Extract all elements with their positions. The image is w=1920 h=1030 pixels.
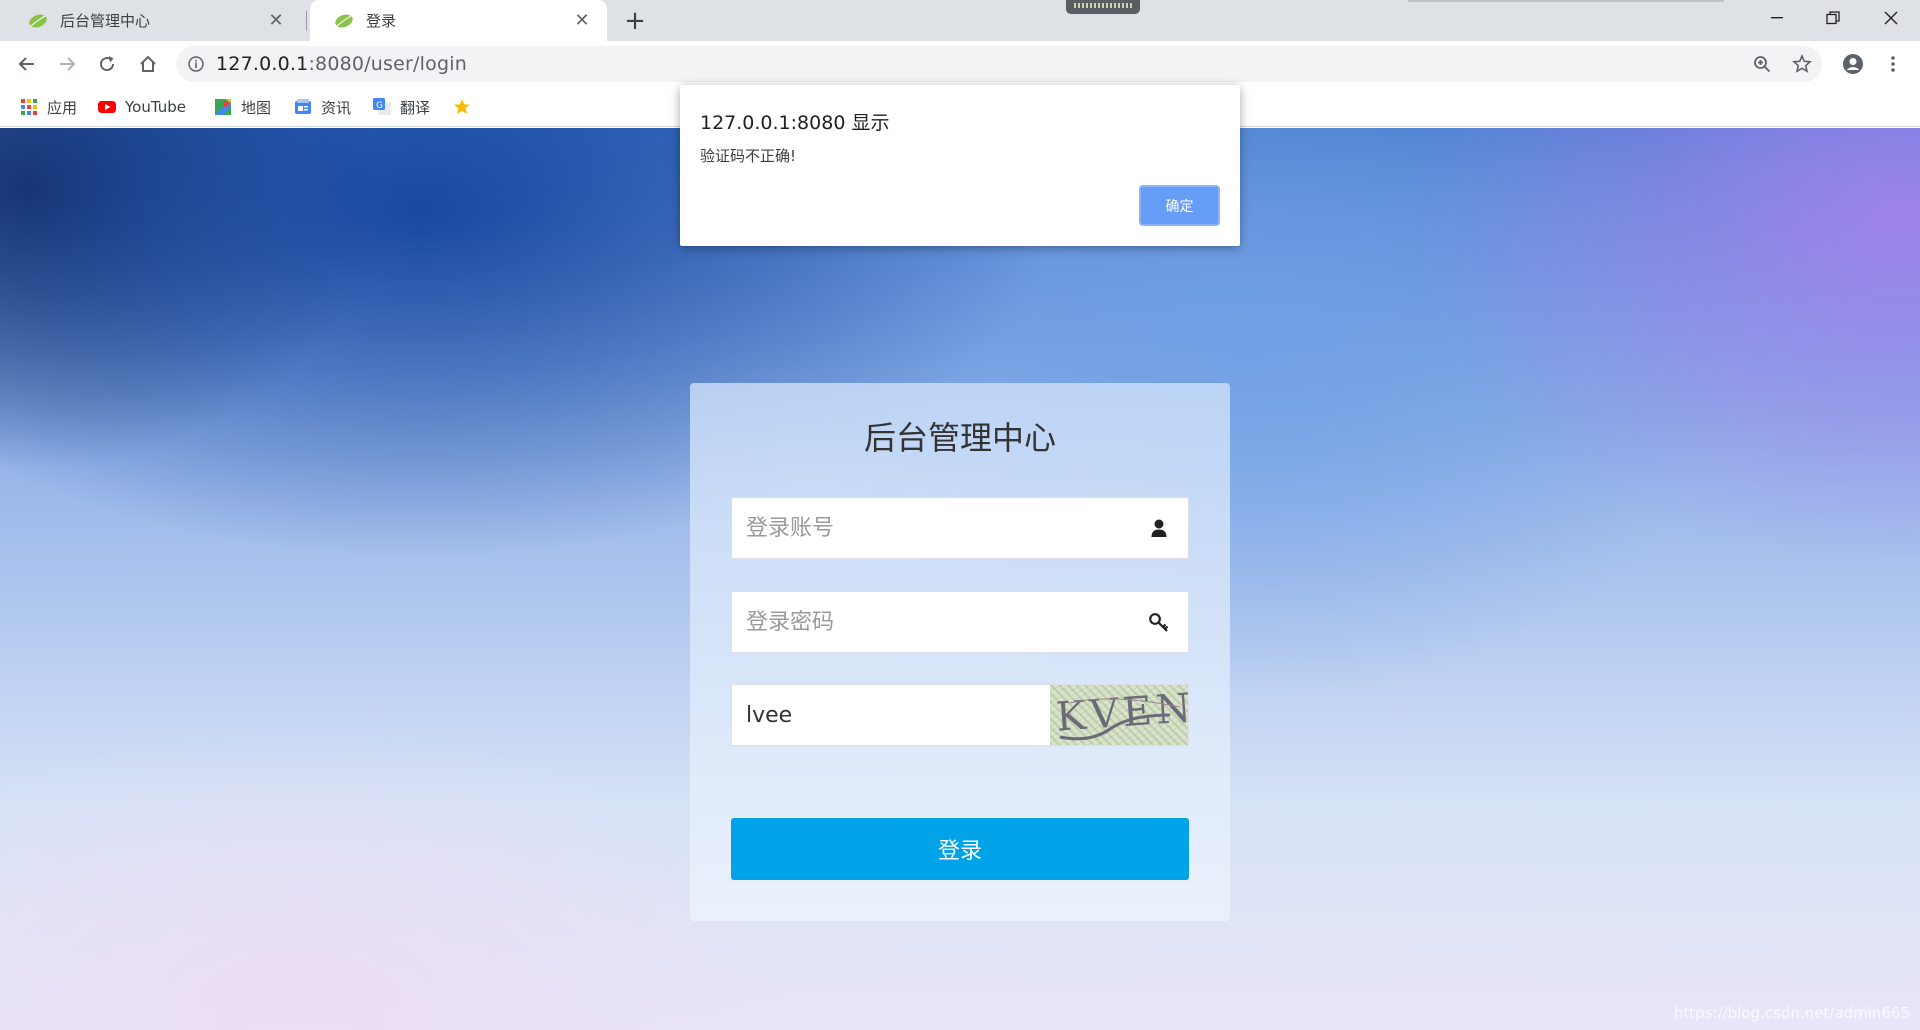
restore-button[interactable] xyxy=(1805,0,1861,36)
user-icon xyxy=(1151,519,1167,537)
progress-line xyxy=(1408,0,1724,2)
alert-dialog: 127.0.0.1:8080 显示 验证码不正确! 确定 xyxy=(680,85,1240,246)
bookmark-label: 翻译 xyxy=(400,98,431,117)
screen-share-indicator[interactable] xyxy=(1066,0,1140,14)
username-field[interactable] xyxy=(731,497,1189,559)
account-icon xyxy=(1843,54,1863,74)
bookmark-star-button[interactable] xyxy=(1785,47,1819,81)
tab-title: 登录 xyxy=(366,12,397,30)
youtube-icon xyxy=(98,101,116,113)
close-tab-icon[interactable]: ✕ xyxy=(569,8,595,34)
home-icon xyxy=(140,55,156,72)
close-icon xyxy=(1884,11,1898,25)
restore-icon xyxy=(1826,11,1840,25)
password-input[interactable] xyxy=(732,592,1188,652)
tab-login[interactable]: 登录 ✕ xyxy=(310,0,607,41)
login-title: 后台管理中心 xyxy=(863,419,1056,457)
captcha-text: KVEN xyxy=(1054,685,1188,741)
tab-title: 后台管理中心 xyxy=(60,12,151,30)
tab-admin-center[interactable]: 后台管理中心 ✕ xyxy=(4,0,301,41)
kebab-menu-icon xyxy=(1891,56,1895,72)
menu-button[interactable] xyxy=(1876,47,1910,81)
login-page: 后台管理中心 KVEN 登 xyxy=(0,128,1920,1030)
captcha-image[interactable]: KVEN xyxy=(1050,685,1188,745)
bookmark-label: YouTube xyxy=(125,98,186,116)
profile-button[interactable] xyxy=(1836,47,1870,81)
bookmark-youtube[interactable]: YouTube xyxy=(98,95,186,119)
alert-title: 127.0.0.1:8080 显示 xyxy=(700,112,890,134)
svg-text:G: G xyxy=(376,101,383,111)
url-text[interactable]: 127.0.0.1:8080/user/login xyxy=(216,53,467,75)
tab-strip: 后台管理中心 ✕ 登录 ✕ + xyxy=(0,0,1920,41)
address-bar[interactable]: 127.0.0.1:8080/user/login xyxy=(176,46,1822,82)
captcha-field[interactable]: KVEN xyxy=(731,684,1189,746)
reload-icon xyxy=(100,56,115,72)
star-icon xyxy=(454,99,470,114)
bookmark-news[interactable]: 资讯 xyxy=(294,95,351,119)
url-host: 127.0.0.1 xyxy=(216,53,309,75)
login-button[interactable]: 登录 xyxy=(731,818,1189,880)
new-tab-button[interactable]: + xyxy=(620,6,650,36)
translate-icon: G xyxy=(373,98,391,115)
site-info-icon[interactable] xyxy=(176,56,216,72)
browser-toolbar: 127.0.0.1:8080/user/login xyxy=(0,41,1920,87)
bookmark-label: 资讯 xyxy=(321,98,352,117)
password-field[interactable] xyxy=(731,591,1189,653)
arrow-left-icon xyxy=(18,57,34,71)
zoom-button[interactable] xyxy=(1745,47,1779,81)
bookmark-translate[interactable]: G 翻译 xyxy=(373,95,430,119)
username-input[interactable] xyxy=(732,498,1188,558)
maps-icon xyxy=(215,99,231,115)
apps-icon xyxy=(21,99,37,115)
close-window-button[interactable] xyxy=(1863,0,1919,36)
bookmark-starred[interactable] xyxy=(453,95,480,119)
close-tab-icon[interactable]: ✕ xyxy=(263,8,289,34)
url-path: :8080/user/login xyxy=(308,53,467,75)
watermark: https://blog.csdn.net/admin665 xyxy=(1673,1004,1910,1022)
bookmark-maps[interactable]: 地图 xyxy=(214,95,271,119)
alert-ok-button[interactable]: 确定 xyxy=(1139,185,1220,226)
minimize-button[interactable] xyxy=(1749,0,1805,36)
bookmark-apps[interactable]: 应用 xyxy=(20,95,77,119)
spring-leaf-icon xyxy=(29,14,47,27)
back-button[interactable] xyxy=(10,47,44,81)
tab-separator xyxy=(306,11,307,31)
arrow-right-icon xyxy=(60,57,76,71)
captcha-graphic: KVEN xyxy=(1054,685,1188,741)
forward-button[interactable] xyxy=(50,47,84,81)
minimize-icon xyxy=(1771,17,1783,19)
spring-leaf-icon xyxy=(335,14,353,27)
bookmark-label: 地图 xyxy=(241,98,272,117)
bookmark-label: 应用 xyxy=(47,98,78,117)
alert-message: 验证码不正确! xyxy=(700,147,797,165)
news-icon xyxy=(295,99,311,114)
star-icon xyxy=(1792,54,1812,73)
key-icon xyxy=(1149,613,1169,632)
reload-button[interactable] xyxy=(90,47,124,81)
login-card: 后台管理中心 KVEN 登 xyxy=(690,383,1230,921)
zoom-icon xyxy=(1754,56,1771,73)
home-button[interactable] xyxy=(131,47,165,81)
captcha-input[interactable] xyxy=(732,685,1050,745)
